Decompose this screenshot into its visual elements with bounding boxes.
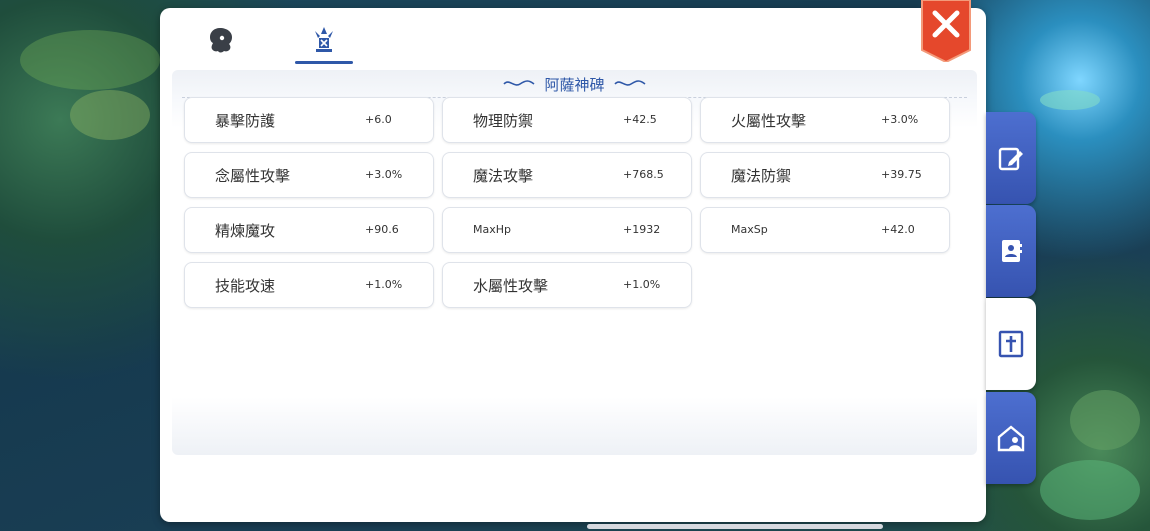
monument-icon <box>315 27 333 52</box>
stat-value: +1932 <box>623 223 661 236</box>
tab-bar <box>160 8 986 68</box>
right-flourish-icon <box>613 80 645 86</box>
tab-character[interactable] <box>190 16 250 64</box>
stat-value: +42.0 <box>881 223 915 236</box>
stat-value: +90.6 <box>365 223 399 236</box>
head-silhouette-icon <box>210 28 232 53</box>
tab-monument[interactable] <box>294 16 354 64</box>
stat-card: 物理防禦 +42.5 <box>442 97 692 143</box>
stat-name: 念屬性攻擊 <box>215 167 291 185</box>
stat-card: 魔法防禦 +39.75 <box>700 152 950 198</box>
stat-name: MaxSp <box>731 223 768 236</box>
stat-name: 魔法攻擊 <box>473 167 534 185</box>
stat-card: 水屬性攻擊 +1.0% <box>442 262 692 308</box>
side-tab-guild[interactable] <box>986 392 1036 484</box>
horizontal-scrollbar[interactable] <box>587 524 883 529</box>
stat-name: 水屬性攻擊 <box>473 277 549 295</box>
edit-note-icon <box>998 147 1023 171</box>
stat-name: 火屬性攻擊 <box>731 112 807 130</box>
stats-panel: 阿薩神碑 暴擊防護 +6.0 物理防禦 +42.5 火屬性攻擊 +3.0% 念屬… <box>160 8 986 529</box>
background-creature <box>70 90 150 140</box>
stat-card: 火屬性攻擊 +3.0% <box>700 97 950 143</box>
side-tab-monument[interactable] <box>986 298 1036 390</box>
background-creature <box>1070 390 1140 450</box>
stat-name: 技能攻速 <box>215 277 276 295</box>
stat-value: +768.5 <box>623 168 664 181</box>
section-title: 阿薩神碑 <box>544 75 605 94</box>
background-mushroom <box>1040 90 1100 110</box>
stat-name: 精煉魔攻 <box>215 222 276 240</box>
close-icon <box>921 0 971 64</box>
section-header: 阿薩神碑 <box>172 70 977 98</box>
stat-value: +1.0% <box>623 278 661 291</box>
stat-name: 物理防禦 <box>473 112 534 130</box>
left-flourish-icon <box>503 80 535 86</box>
stat-card: 念屬性攻擊 +3.0% <box>184 152 434 198</box>
guild-house-icon <box>997 425 1025 452</box>
stat-card: MaxHp +1932 <box>442 207 692 253</box>
stat-name: 魔法防禦 <box>731 167 792 185</box>
contact-book-icon <box>1002 240 1022 262</box>
side-tab-edit[interactable] <box>986 112 1036 204</box>
close-button[interactable] <box>920 0 972 64</box>
background-foliage <box>20 30 160 90</box>
stat-name: 暴擊防護 <box>215 112 276 130</box>
stat-card: 魔法攻擊 +768.5 <box>442 152 692 198</box>
cross-monument-icon <box>998 330 1024 358</box>
stats-content: 阿薩神碑 暴擊防護 +6.0 物理防禦 +42.5 火屬性攻擊 +3.0% 念屬… <box>172 70 977 455</box>
stat-value: +42.5 <box>623 113 657 126</box>
stat-card: 精煉魔攻 +90.6 <box>184 207 434 253</box>
stat-value: +3.0% <box>365 168 403 181</box>
stat-value: +39.75 <box>881 168 922 181</box>
stat-card: MaxSp +42.0 <box>700 207 950 253</box>
stat-value: +3.0% <box>881 113 919 126</box>
side-tab-contacts[interactable] <box>986 205 1036 297</box>
stat-value: +6.0 <box>365 113 392 126</box>
stat-name: MaxHp <box>473 223 511 236</box>
stat-card: 技能攻速 +1.0% <box>184 262 434 308</box>
stat-value: +1.0% <box>365 278 403 291</box>
background-creature <box>1040 460 1140 520</box>
stat-card: 暴擊防護 +6.0 <box>184 97 434 143</box>
